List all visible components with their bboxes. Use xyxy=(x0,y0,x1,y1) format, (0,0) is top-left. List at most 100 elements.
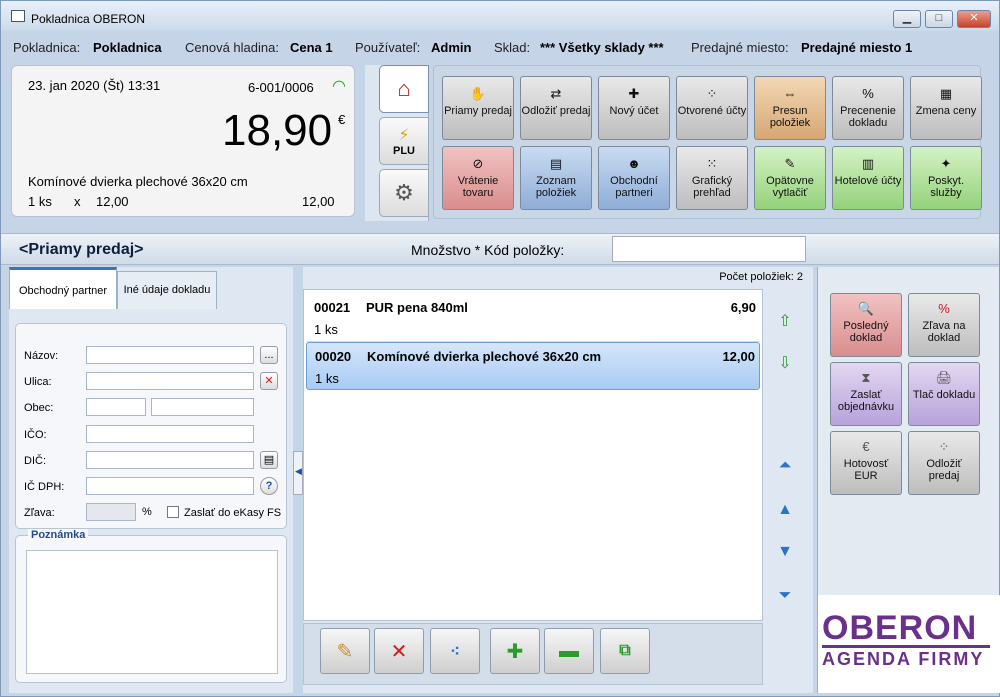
func-button-12[interactable]: ▥ Hotelové účty xyxy=(832,146,904,210)
func-button-label: Opätovne vytlačiť xyxy=(766,175,814,199)
ekasa-checkbox[interactable] xyxy=(167,506,179,518)
item-qty: 1 ks xyxy=(314,322,338,337)
func-button-0[interactable]: ✋ Priamy predaj xyxy=(442,76,514,140)
func-button-label: Grafický prehľad xyxy=(691,175,733,199)
document-number: 6-001/0006 xyxy=(248,80,314,95)
percent-label: % xyxy=(142,506,152,518)
plu-tab[interactable]: ⚡ PLU xyxy=(379,117,429,165)
clear-icon[interactable]: ✕ xyxy=(260,372,278,390)
sale-point-value: Predajné miesto 1 xyxy=(801,40,913,55)
icdph-field[interactable] xyxy=(86,477,254,495)
scroll-bottom-icon[interactable]: ⏷ xyxy=(775,587,795,607)
register-display: 23. jan 2020 (Št) 13:31 6-001/0006 ◠ 18,… xyxy=(11,65,355,217)
partner-form: Názov: ... Ulica: ✕ Obec: IČO: DIČ: ▤ IČ… xyxy=(15,323,287,529)
func-button-3[interactable]: ⁘ Otvorené účty xyxy=(676,76,748,140)
edit-icon[interactable]: ✎ xyxy=(320,628,370,674)
func-button-6[interactable]: ▦ Zmena ceny xyxy=(910,76,982,140)
move-up-icon[interactable]: ⇧ xyxy=(775,311,795,331)
dic-field[interactable] xyxy=(86,451,254,469)
store-label: Sklad: xyxy=(494,40,531,55)
send-order-icon: ⧗ xyxy=(861,370,871,385)
delete-icon[interactable]: ✕ xyxy=(374,628,424,674)
percent-icon: % xyxy=(938,301,950,316)
items-list: 00021 PUR pena 840ml 6,90 1 ks 00020 Kom… xyxy=(303,289,763,621)
split-icon[interactable]: ⁖ xyxy=(430,628,480,674)
scroll-top-icon[interactable]: ⏶ xyxy=(775,457,795,477)
note-label: Poznámka xyxy=(28,529,89,541)
list-item[interactable]: 00021 PUR pena 840ml 6,90 1 ks xyxy=(306,294,760,342)
func-button-1[interactable]: ⇄ Odložiť predaj xyxy=(520,76,592,140)
logo-divider xyxy=(822,645,990,648)
zip-field[interactable] xyxy=(86,398,146,416)
cash-icon: € xyxy=(862,439,870,454)
price-level-label: Cenová hladina: xyxy=(185,40,279,55)
qty-code-label: Množstvo * Kód položky: xyxy=(411,242,565,258)
side-button-1[interactable]: % Zľava na doklad xyxy=(908,293,980,357)
scroll-down-icon[interactable]: ▼ xyxy=(775,543,795,563)
func-button-label: Odložiť predaj xyxy=(521,105,591,117)
discount-field[interactable] xyxy=(86,503,136,521)
side-button-5[interactable]: ⁘ Odložiť predaj xyxy=(908,431,980,495)
last-item-total: 12,00 xyxy=(302,194,335,209)
maximize-button[interactable]: □ xyxy=(925,10,953,28)
home-icon: ⌂ xyxy=(397,76,411,101)
func-button-8[interactable]: ▤ Zoznam položiek xyxy=(520,146,592,210)
home-tab[interactable]: ⌂ xyxy=(379,65,429,113)
note-textarea[interactable] xyxy=(26,550,278,674)
func-button-label: Nový účet xyxy=(609,105,659,117)
item-list-icon: ▤ xyxy=(549,156,563,171)
side-button-2[interactable]: ⧗ Zaslať objednávku xyxy=(830,362,902,426)
side-button-4[interactable]: € Hotovosť EUR xyxy=(830,431,902,495)
item-name: PUR pena 840ml xyxy=(366,300,468,315)
last-item-qty: 1 ks xyxy=(28,194,52,209)
item-price: 6,90 xyxy=(730,300,756,315)
wifi-icon: ◠ xyxy=(332,78,346,95)
func-button-10[interactable]: ⁙ Grafický prehľad xyxy=(676,146,748,210)
minus-icon[interactable]: ▬ xyxy=(544,628,594,674)
tab-business-partner[interactable]: Obchodný partner xyxy=(9,267,117,309)
datetime: 23. jan 2020 (Št) 13:31 xyxy=(28,78,161,93)
side-button-3[interactable]: 🖨 Tlač dokladu xyxy=(908,362,980,426)
func-button-11[interactable]: ✎ Opätovne vytlačiť xyxy=(754,146,826,210)
logo-text: OBERON xyxy=(822,609,978,647)
city-field[interactable] xyxy=(151,398,254,416)
browse-button[interactable]: ... xyxy=(260,346,278,364)
hotel-icon: ▥ xyxy=(861,156,875,171)
collapse-arrow-icon: ◀ xyxy=(295,466,302,476)
help-button[interactable]: ? xyxy=(260,477,278,495)
user-label: Používateľ: xyxy=(355,40,421,55)
app-icon xyxy=(11,10,25,22)
plus-icon[interactable]: ✚ xyxy=(490,628,540,674)
func-button-5[interactable]: % Precenenie dokladu xyxy=(832,76,904,140)
ico-field[interactable] xyxy=(86,425,254,443)
minimize-button[interactable]: ▁ xyxy=(893,10,921,28)
func-button-7[interactable]: ⊘ Vrátenie tovaru xyxy=(442,146,514,210)
func-button-label: Poskyt. služby xyxy=(927,175,965,199)
func-button-label: Vrátenie tovaru xyxy=(457,175,499,199)
name-field[interactable] xyxy=(86,346,254,364)
side-button-0[interactable]: 🔍 Posledný doklad xyxy=(830,293,902,357)
ekasa-label: Zaslať do eKasy FS xyxy=(184,507,282,519)
scroll-up-icon[interactable]: ▲ xyxy=(775,501,795,521)
side-button-label: Tlač dokladu xyxy=(912,389,976,401)
close-button[interactable]: ✕ xyxy=(957,10,991,28)
lookup-icon[interactable]: ▤ xyxy=(260,451,278,469)
app-window: Pokladnica OBERON ▁ □ ✕ Pokladnica: Pokl… xyxy=(0,0,1000,697)
copy-icon[interactable]: ⧉ xyxy=(600,628,650,674)
tab-other-doc-data[interactable]: Iné údaje dokladu xyxy=(117,271,217,309)
qty-code-input[interactable] xyxy=(612,236,806,262)
func-button-13[interactable]: ✦ Poskyt. služby xyxy=(910,146,982,210)
panel-splitter[interactable]: ◀ xyxy=(293,451,303,495)
move-down-icon[interactable]: ⇩ xyxy=(775,353,795,373)
list-item-selected[interactable]: 00020 Komínové dvierka plechové 36x20 cm… xyxy=(306,342,760,390)
func-button-2[interactable]: ✚ Nový účet xyxy=(598,76,670,140)
ico-label: IČO: xyxy=(24,429,47,441)
function-buttons-grid: ✋ Priamy predaj ⇄ Odložiť predaj ✚ Nový účet ⁘… xyxy=(433,65,982,219)
street-field[interactable] xyxy=(86,372,254,390)
func-button-label: Zmena ceny xyxy=(915,105,977,117)
func-button-9[interactable]: ☻ Obchodní partneri xyxy=(598,146,670,210)
func-button-4[interactable]: ⇔ Presun položiek xyxy=(754,76,826,140)
sale-point-label: Predajné miesto: xyxy=(691,40,789,55)
settings-tab[interactable]: ⚙ xyxy=(379,169,429,217)
park-icon: ⇄ xyxy=(550,86,562,101)
